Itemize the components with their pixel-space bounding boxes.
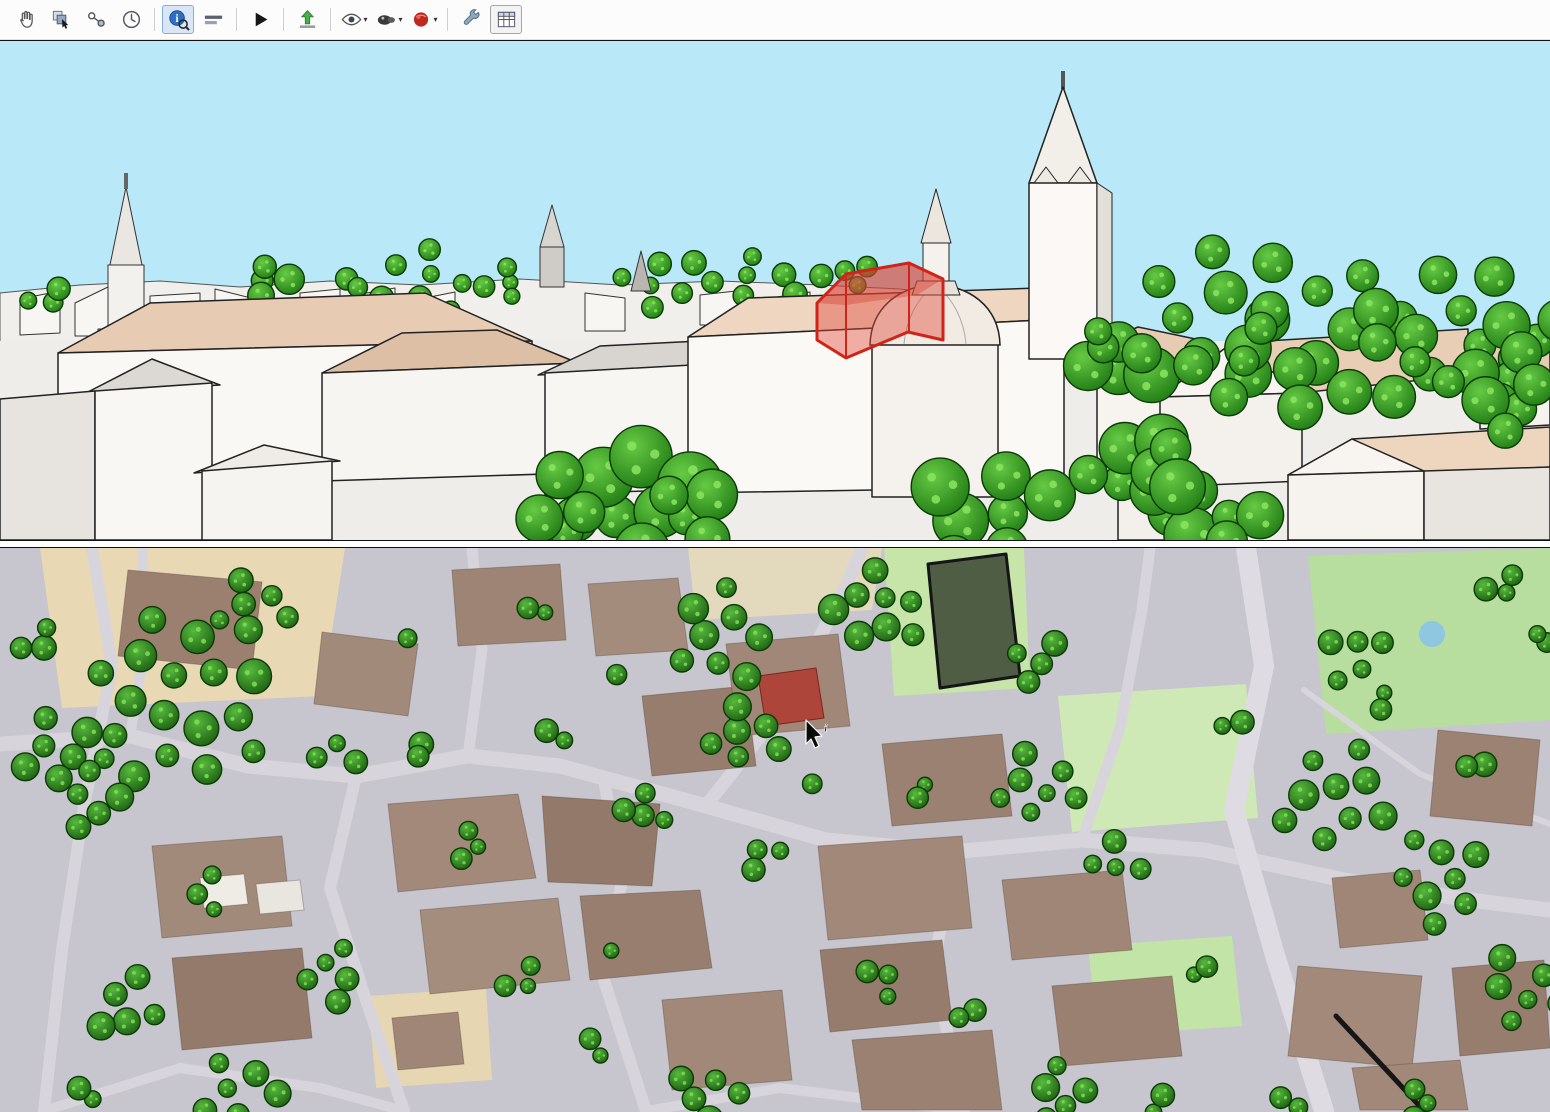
play-animation-icon [249, 8, 272, 31]
toolbar-separator [447, 8, 448, 31]
toolbar-separator [283, 8, 284, 31]
attribute-table-icon [495, 8, 518, 31]
attribute-table-button[interactable] [490, 5, 522, 34]
identify-icon: i [167, 8, 190, 31]
toolbar: i ▾ ▾ ▾ [0, 0, 1550, 40]
wrench-tools-button[interactable] [455, 5, 487, 34]
link-nodes-button[interactable] [80, 5, 112, 34]
globe-red-icon [410, 8, 433, 31]
pan-hand-icon [15, 8, 38, 31]
identify-button[interactable]: i [162, 5, 194, 34]
play-animation-button[interactable] [244, 5, 276, 34]
select-features-button[interactable] [45, 5, 77, 34]
dropdown-caret-icon: ▾ [363, 16, 367, 24]
svg-text:i: i [175, 13, 178, 25]
toolbar-separator [154, 8, 155, 31]
2d-map-canvas[interactable]: i [0, 548, 1550, 1112]
application-window: i ▾ ▾ ▾ i [0, 0, 1550, 1112]
toolbar-separator [236, 8, 237, 31]
fly-camera-icon [375, 8, 398, 31]
2d-map-view[interactable]: i [0, 547, 1550, 1112]
map-dark-building [928, 554, 1020, 688]
time-clock-icon [120, 8, 143, 31]
select-features-icon [50, 8, 73, 31]
measure-ruler-icon [202, 8, 225, 31]
measure-ruler-button[interactable] [197, 5, 229, 34]
dropdown-caret-icon: ▾ [433, 16, 437, 24]
fly-camera-button[interactable]: ▾ [373, 5, 405, 34]
toolbar-separator [330, 8, 331, 31]
3d-scene-canvas[interactable] [0, 41, 1550, 540]
dropdown-caret-icon: ▾ [398, 16, 402, 24]
time-clock-button[interactable] [115, 5, 147, 34]
link-nodes-icon [85, 8, 108, 31]
visibility-eye-button[interactable]: ▾ [338, 5, 370, 34]
globe-red-button[interactable]: ▾ [408, 5, 440, 34]
3d-scene-view[interactable] [0, 40, 1550, 541]
import-arrow-button[interactable] [291, 5, 323, 34]
import-arrow-icon [296, 8, 319, 31]
wrench-tools-icon [460, 8, 483, 31]
visibility-eye-icon [340, 8, 363, 31]
pan-hand-button[interactable] [10, 5, 42, 34]
